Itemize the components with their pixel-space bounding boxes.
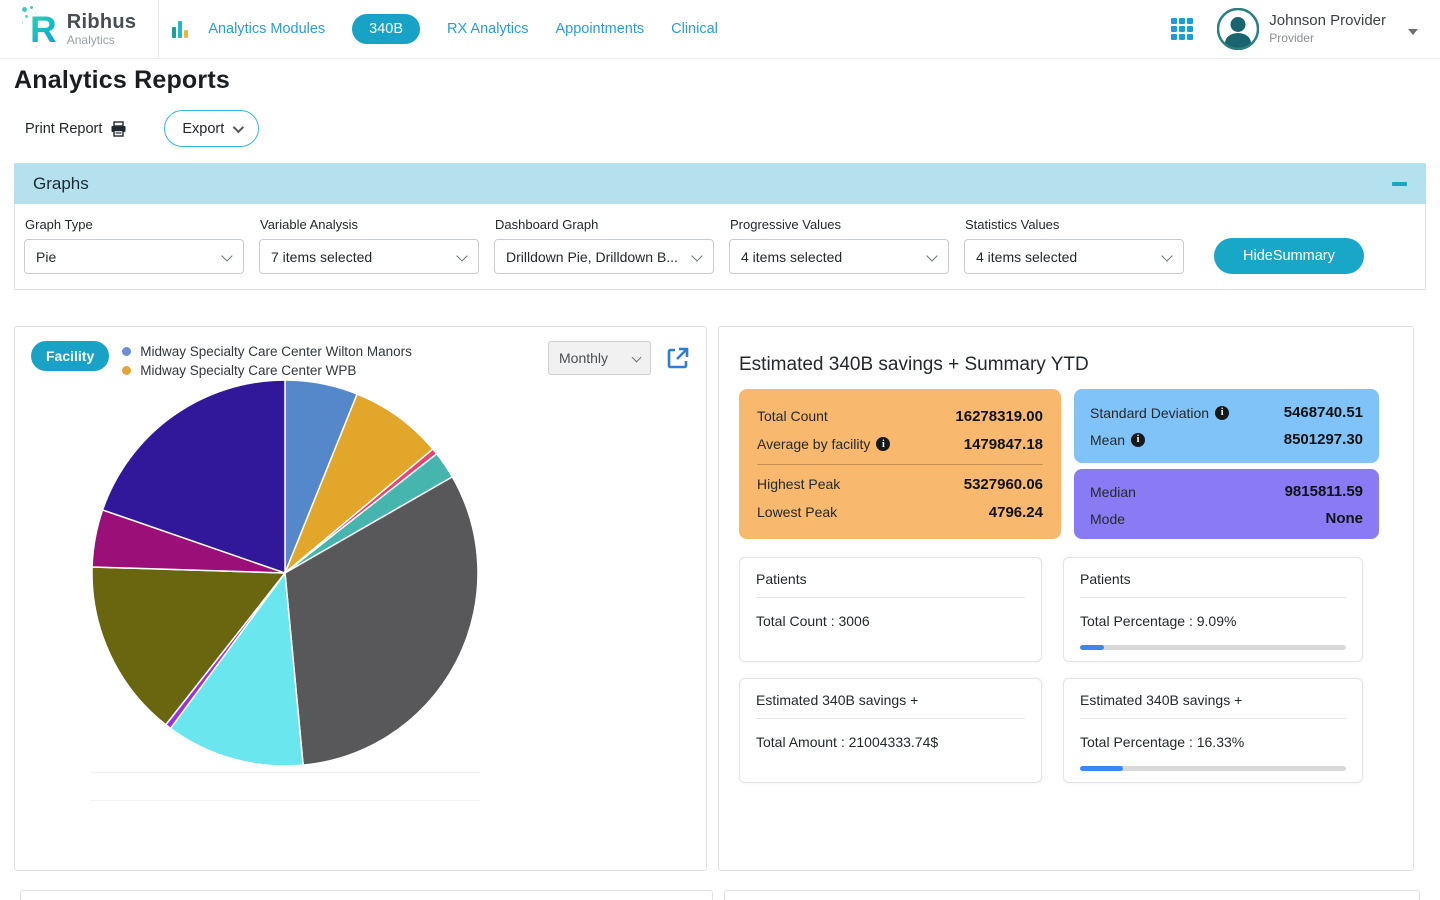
- patients-count-card: Patients Total Count : 3006: [739, 557, 1042, 662]
- panel-divider: [757, 464, 1043, 465]
- nav-340b[interactable]: 340B: [352, 14, 420, 44]
- progress-bar-fill: [1080, 766, 1123, 771]
- statistics-values-label: Statistics Values: [965, 217, 1184, 232]
- legend-item[interactable]: Midway Specialty Care Center Wilton Mano…: [122, 342, 412, 361]
- user-role: Provider: [1269, 31, 1386, 46]
- stat-row: Mean 8501297.30: [1090, 426, 1363, 453]
- graph-type-label: Graph Type: [25, 217, 244, 232]
- stat-row: Mode None: [1090, 505, 1363, 532]
- pie-chart-card: Facility Midway Specialty Care Center Wi…: [14, 326, 707, 871]
- variable-analysis-label: Variable Analysis: [260, 217, 479, 232]
- savings-amount-card: Estimated 340B savings + Total Amount : …: [739, 678, 1042, 783]
- legend-divider-line: [90, 800, 480, 801]
- savings-percentage-card: Estimated 340B savings + Total Percentag…: [1063, 678, 1363, 783]
- progressive-values-label: Progressive Values: [730, 217, 949, 232]
- graph-type-select[interactable]: Pie: [24, 239, 244, 274]
- info-icon[interactable]: [876, 437, 890, 451]
- bar-chart-icon: [172, 20, 188, 38]
- nav-rx-analytics[interactable]: RX Analytics: [447, 21, 528, 37]
- deviation-panel: Standard Deviation 5468740.51 Mean 85012…: [1074, 389, 1379, 463]
- top-navbar: R Ribhus Analytics Analytics Modules 340…: [0, 0, 1440, 59]
- user-name: Johnson Provider: [1269, 12, 1386, 31]
- printer-icon: [110, 121, 127, 137]
- logo-r-mark: R: [30, 11, 57, 48]
- progress-bar: [1080, 766, 1346, 771]
- info-icon[interactable]: [1131, 433, 1145, 447]
- stat-row: Median 9815811.59: [1090, 478, 1363, 505]
- period-select[interactable]: Monthly: [548, 341, 651, 375]
- info-icon[interactable]: [1215, 406, 1229, 420]
- patients-percentage-card: Patients Total Percentage : 9.09%: [1063, 557, 1363, 662]
- stat-row: Average by facility 1479847.18: [757, 430, 1043, 458]
- nav-links: Analytics Modules 340B RX Analytics Appo…: [172, 14, 718, 44]
- export-button[interactable]: Export: [164, 110, 259, 147]
- stat-row: Lowest Peak 4796.24: [757, 498, 1043, 526]
- apps-grid-icon[interactable]: [1171, 18, 1193, 40]
- summary-title: Estimated 340B savings + Summary YTD: [739, 354, 1393, 376]
- chevron-down-icon: [233, 121, 244, 132]
- expand-fullscreen-icon[interactable]: [665, 346, 690, 371]
- pie-chart[interactable]: [85, 373, 485, 773]
- progress-bar-fill: [1080, 645, 1104, 650]
- graphs-panel-title: Graphs: [33, 174, 89, 194]
- nav-analytics-modules[interactable]: Analytics Modules: [208, 21, 325, 37]
- stat-row: Total Count 16278319.00: [757, 402, 1043, 430]
- legend-divider-line: [90, 772, 480, 773]
- brand-subtitle: Analytics: [67, 33, 137, 47]
- graphs-panel-header[interactable]: Graphs: [14, 163, 1426, 204]
- statistics-values-select[interactable]: 4 items selected: [964, 239, 1184, 274]
- dashboard-graph-select[interactable]: Drilldown Pie, Drilldown B...: [494, 239, 714, 274]
- collapse-minus-icon[interactable]: [1392, 182, 1407, 186]
- median-panel: Median 9815811.59 Mode None: [1074, 469, 1379, 539]
- variable-analysis-select[interactable]: 7 items selected: [259, 239, 479, 274]
- summary-card: Estimated 340B savings + Summary YTD Tot…: [718, 326, 1414, 871]
- next-section-card-partial: [724, 890, 1420, 900]
- stat-row: Standard Deviation 5468740.51: [1090, 399, 1363, 426]
- progressive-values-select[interactable]: 4 items selected: [729, 239, 949, 274]
- brand-name: Ribhus: [67, 11, 137, 34]
- analytics-reports-page: R Ribhus Analytics Analytics Modules 340…: [0, 0, 1440, 900]
- progress-bar: [1080, 645, 1346, 650]
- user-avatar[interactable]: [1217, 8, 1259, 50]
- legend-dot: [122, 347, 131, 356]
- stat-row: Highest Peak 5327960.06: [757, 470, 1043, 498]
- brand-logo[interactable]: R Ribhus Analytics: [0, 0, 159, 59]
- hide-summary-button[interactable]: HideSummary: [1214, 238, 1364, 274]
- filter-bar: Graph Type Pie Variable Analysis 7 items…: [14, 204, 1426, 290]
- print-report-button[interactable]: Print Report: [25, 121, 127, 137]
- nav-clinical[interactable]: Clinical: [671, 21, 718, 37]
- facility-badge[interactable]: Facility: [31, 341, 109, 371]
- next-section-card-partial: [20, 890, 713, 900]
- user-menu-caret-icon[interactable]: [1408, 29, 1418, 35]
- totals-panel: Total Count 16278319.00 Average by facil…: [739, 389, 1061, 539]
- logo-dots-decoration: [22, 7, 27, 12]
- page-title: Analytics Reports: [14, 66, 1426, 95]
- nav-appointments[interactable]: Appointments: [555, 21, 644, 37]
- dashboard-graph-label: Dashboard Graph: [495, 217, 714, 232]
